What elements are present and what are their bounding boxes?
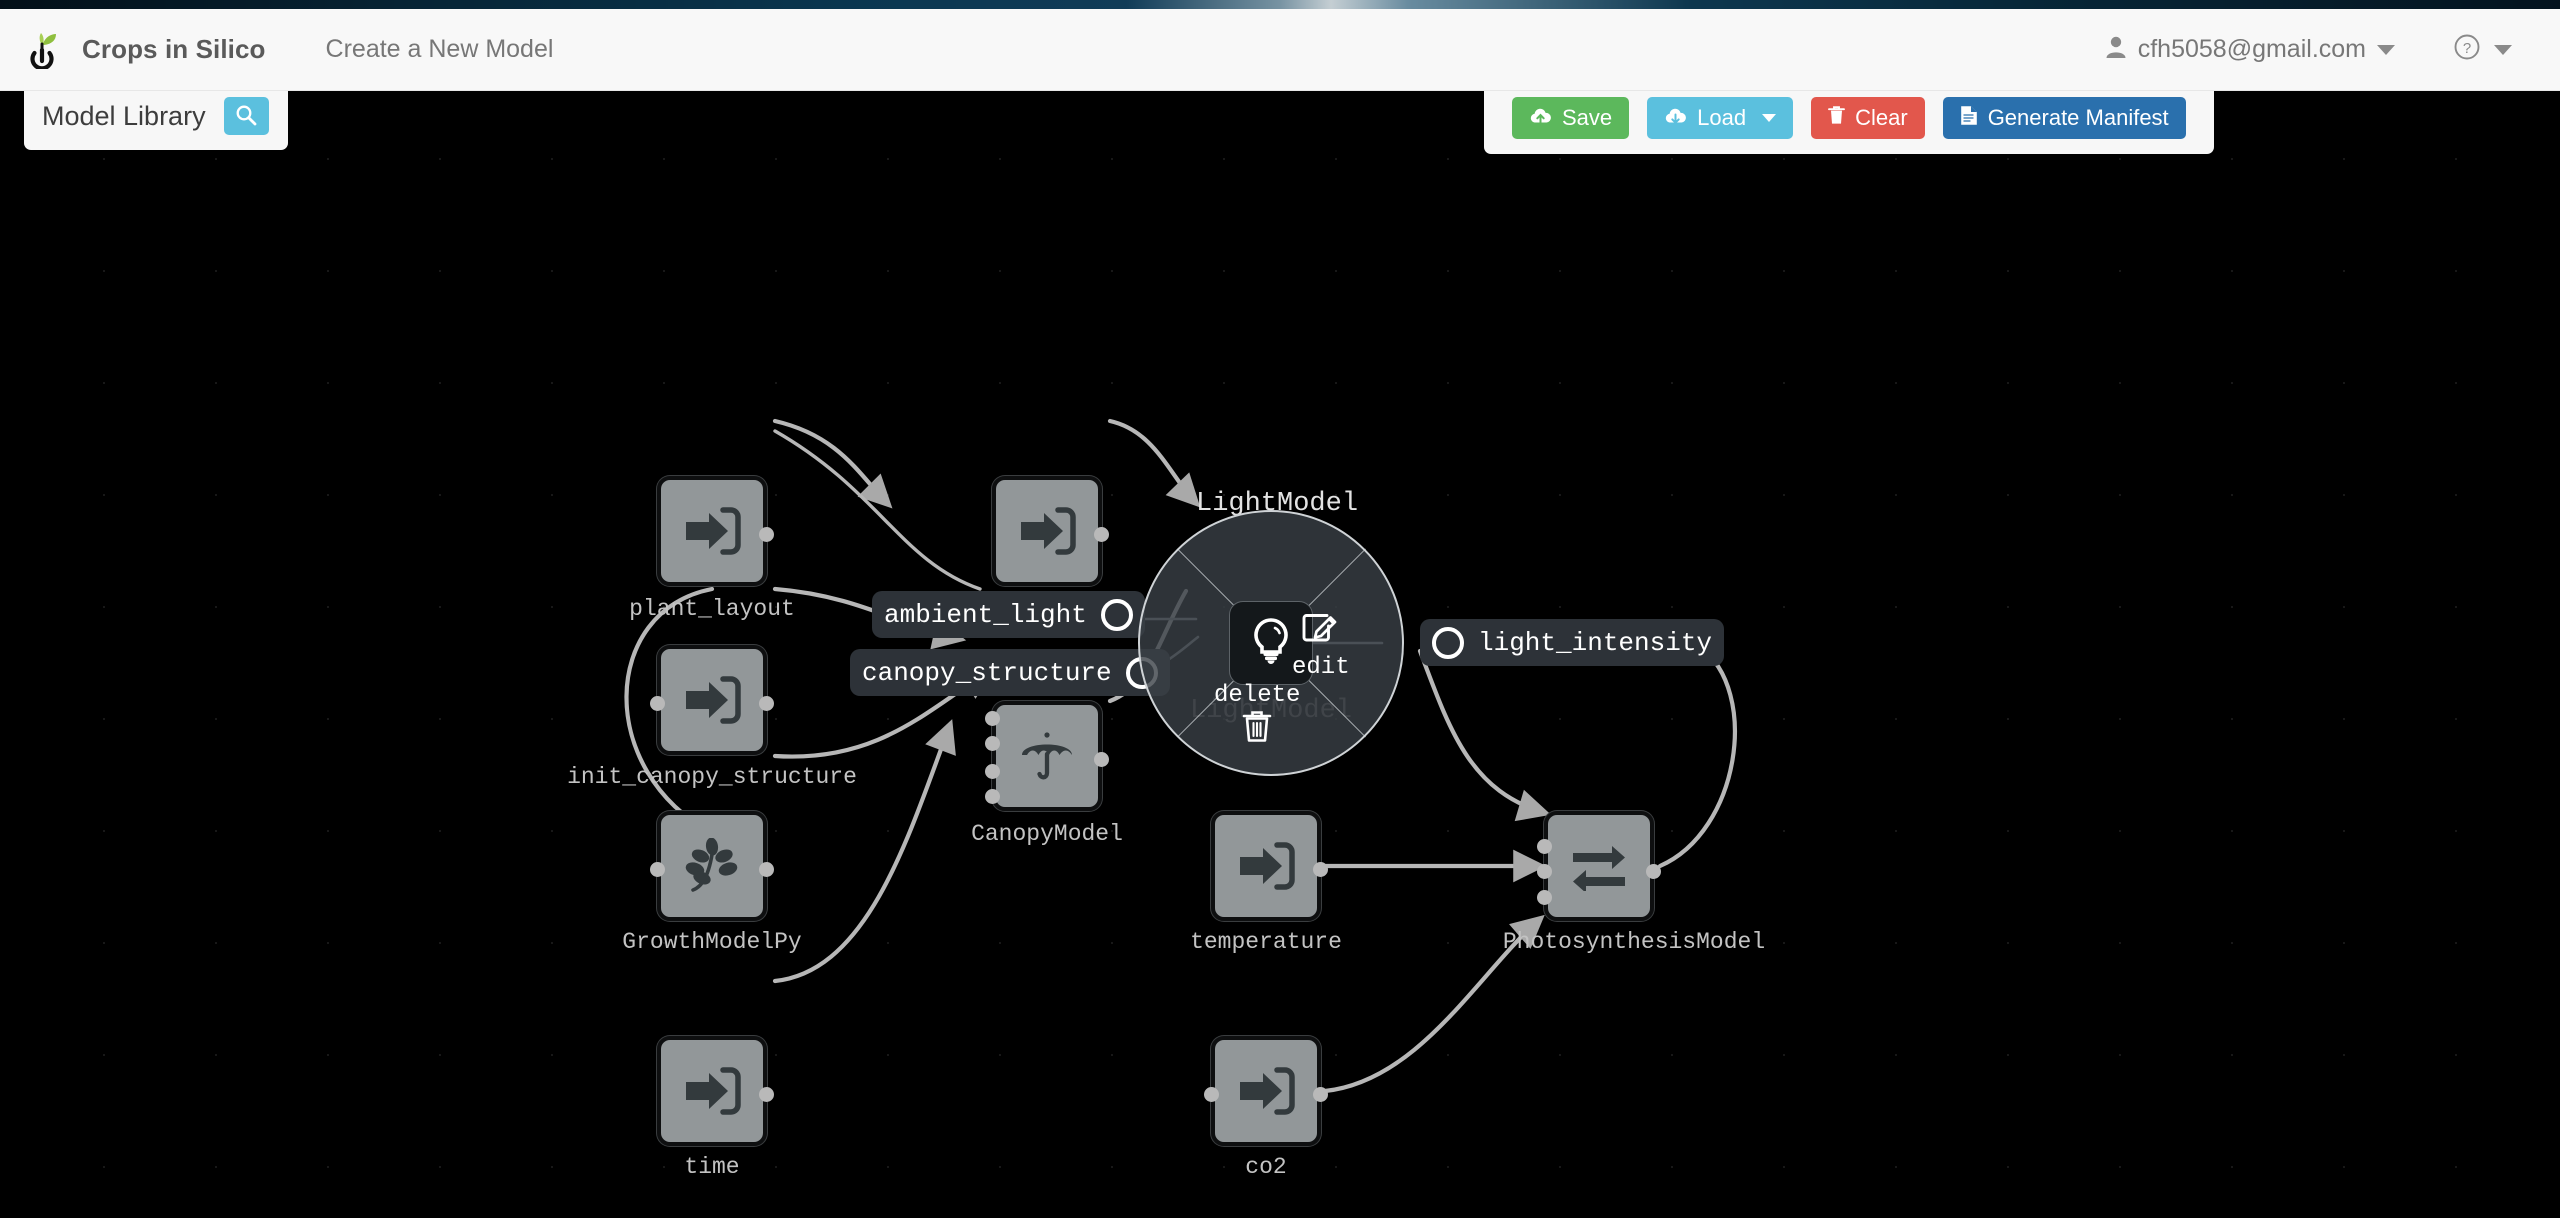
port-connector-ring[interactable]	[1100, 598, 1133, 631]
load-button-label: Load	[1697, 105, 1747, 130]
browser-chrome-strip	[0, 0, 2560, 9]
clear-button[interactable]: Clear	[1811, 97, 1925, 139]
node-output-port[interactable]	[1313, 1087, 1328, 1102]
caret-down-icon	[2377, 44, 2395, 55]
radial-menu-item-edit[interactable]: edit	[1292, 612, 1350, 681]
search-icon	[235, 104, 257, 129]
user-menu[interactable]: cfh5058@gmail.com	[2105, 35, 2395, 64]
generate-manifest-button[interactable]: Generate Manifest	[1942, 97, 2186, 139]
port-connector-ring[interactable]	[1432, 626, 1464, 659]
node-output-port[interactable]	[1094, 752, 1109, 767]
graph-node-ambient-light-source[interactable]	[992, 476, 1109, 586]
generate-manifest-button-label: Generate Manifest	[1987, 105, 2169, 130]
graph-node-plant-layout[interactable]	[657, 476, 774, 586]
graph-node-co2[interactable]	[1204, 1036, 1328, 1146]
graph-node-growthmodelpy[interactable]	[650, 811, 774, 921]
radial-context-menu[interactable]: LightModel edit delete	[1138, 510, 1404, 776]
node-output-port[interactable]	[759, 862, 774, 877]
node-output-port[interactable]	[759, 527, 774, 542]
graph-node-init-canopy-structure[interactable]	[650, 645, 774, 755]
search-button[interactable]	[223, 97, 269, 135]
top-navbar: Crops in Silico Create a New Model cfh50…	[0, 9, 2560, 91]
nav-create-new-model[interactable]: Create a New Model	[326, 35, 554, 64]
save-button[interactable]: Save	[1512, 97, 1630, 139]
node-input-port[interactable]	[650, 696, 665, 711]
trash-icon	[1828, 105, 1846, 131]
seedling-power-icon[interactable]	[16, 31, 68, 69]
clear-button-label: Clear	[1855, 105, 1908, 130]
lightbulb-icon	[1249, 617, 1293, 670]
canvas-toolbar: Save Load Clear Generate Manifest	[1484, 91, 2214, 154]
caret-down-icon	[1762, 114, 1777, 122]
node-input-port[interactable]	[650, 862, 665, 877]
radial-menu-item-edit-label: edit	[1292, 654, 1350, 681]
brand-title[interactable]: Crops in Silico	[82, 34, 266, 65]
port-pill-light-intensity[interactable]: light_intensity	[1420, 619, 1725, 666]
node-input-port[interactable]	[1537, 839, 1552, 854]
node-output-port[interactable]	[759, 1087, 774, 1102]
pencil-square-icon	[1302, 612, 1339, 654]
graph-node-time[interactable]	[657, 1036, 774, 1146]
port-pill-ambient-light[interactable]: ambient_light	[872, 591, 1145, 638]
model-library-title: Model Library	[42, 100, 206, 131]
node-input-port[interactable]	[985, 736, 1000, 751]
file-text-icon	[1960, 105, 1978, 132]
graph-node-temperature[interactable]	[1211, 811, 1328, 921]
node-output-port[interactable]	[1094, 527, 1109, 542]
svg-text:?: ?	[2463, 40, 2471, 57]
radial-menu-item-delete-label: delete	[1214, 682, 1301, 709]
node-input-port[interactable]	[985, 711, 1000, 726]
node-input-port[interactable]	[1537, 890, 1552, 905]
save-button-label: Save	[1562, 105, 1613, 130]
node-input-port[interactable]	[985, 789, 1000, 804]
graph-node-photosynthesismodel[interactable]	[1537, 811, 1661, 921]
help-menu[interactable]: ?	[2453, 33, 2512, 66]
caret-down-icon	[2494, 44, 2512, 55]
radial-menu-item-delete[interactable]: delete	[1214, 682, 1300, 751]
model-library-panel: Model Library	[24, 91, 288, 150]
node-output-port[interactable]	[1646, 864, 1661, 879]
user-email-label: cfh5058@gmail.com	[2137, 35, 2366, 63]
model-canvas[interactable]: Model Library Save Load Clear Generate M…	[0, 91, 2560, 1218]
app-root: Crops in Silico Create a New Model cfh50…	[0, 0, 2560, 1218]
navbar-right: cfh5058@gmail.com ?	[2105, 33, 2560, 66]
trash-icon	[1242, 709, 1272, 751]
node-input-port[interactable]	[1537, 864, 1552, 879]
node-output-port[interactable]	[759, 696, 774, 711]
node-input-port[interactable]	[985, 764, 1000, 779]
graph-node-canopymodel[interactable]	[985, 701, 1109, 811]
user-icon	[2105, 35, 2127, 64]
question-circle-icon: ?	[2453, 33, 2481, 66]
node-output-port[interactable]	[1313, 862, 1328, 877]
load-button[interactable]: Load	[1647, 97, 1794, 139]
node-input-port[interactable]	[1204, 1087, 1219, 1102]
cloud-download-icon	[1664, 105, 1687, 131]
port-pill-ambient-light-label: ambient_light	[884, 599, 1087, 630]
port-pill-canopy-structure-label: canopy_structure	[862, 657, 1112, 688]
port-pill-light-intensity-label: light_intensity	[1478, 627, 1713, 658]
cloud-upload-icon	[1529, 105, 1552, 131]
port-pill-canopy-structure[interactable]: canopy_structure	[850, 649, 1170, 696]
